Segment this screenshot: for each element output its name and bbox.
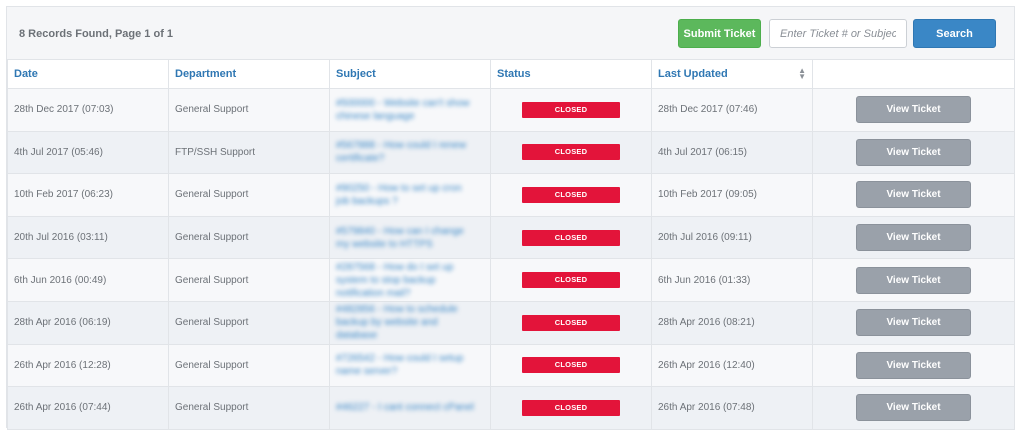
table-row: 28th Apr 2016 (06:19) General Support #4… <box>7 300 1015 345</box>
toolbar: 8 Records Found, Page 1 of 1 Submit Tick… <box>7 7 1014 59</box>
ticket-department: General Support <box>168 88 330 132</box>
view-ticket-button[interactable]: View Ticket <box>856 96 971 124</box>
ticket-date: 26th Apr 2016 (12:28) <box>7 343 169 388</box>
ticket-status-cell: CLOSED <box>490 258 652 302</box>
ticket-subject-link[interactable]: #500000 - Website can't show chinese lan… <box>336 97 484 123</box>
header-status[interactable]: Status <box>490 59 652 89</box>
view-ticket-button[interactable]: View Ticket <box>856 224 971 252</box>
header-last-updated-cell[interactable]: Last Updated ▲ ▼ <box>651 59 813 89</box>
ticket-action-cell: View Ticket <box>812 386 1015 430</box>
ticket-status-cell: CLOSED <box>490 343 652 388</box>
ticket-action-cell: View Ticket <box>812 300 1015 345</box>
status-badge: CLOSED <box>522 314 620 331</box>
view-ticket-button[interactable]: View Ticket <box>856 351 971 379</box>
status-badge: CLOSED <box>522 357 620 374</box>
ticket-status-cell: CLOSED <box>490 173 652 217</box>
ticket-subject-cell: #726542 - How could I setup name server? <box>329 343 491 388</box>
ticket-last-updated: 10th Feb 2017 (09:05) <box>651 173 813 217</box>
ticket-status-cell: CLOSED <box>490 215 652 260</box>
status-badge: CLOSED <box>522 186 620 203</box>
ticket-department: General Support <box>168 386 330 430</box>
ticket-status-cell: CLOSED <box>490 130 652 175</box>
ticket-subject-cell: #500000 - Website can't show chinese lan… <box>329 88 491 132</box>
tickets-table: Date Department Subject Status Last Upda… <box>7 59 1015 430</box>
ticket-date: 20th Jul 2016 (03:11) <box>7 215 169 260</box>
status-badge: CLOSED <box>522 272 620 289</box>
ticket-last-updated: 28th Dec 2017 (07:46) <box>651 88 813 132</box>
search-input[interactable] <box>769 19 907 48</box>
table-row: 4th Jul 2017 (05:46) FTP/SSH Support #56… <box>7 130 1015 175</box>
ticket-subject-link[interactable]: #726542 - How could I setup name server? <box>336 352 484 378</box>
ticket-department: General Support <box>168 300 330 345</box>
ticket-action-cell: View Ticket <box>812 130 1015 175</box>
ticket-subject-link[interactable]: #482856 - How to schedule backup by webs… <box>336 303 484 342</box>
status-badge: CLOSED <box>522 144 620 161</box>
table-row: 28th Dec 2017 (07:03) General Support #5… <box>7 88 1015 132</box>
ticket-subject-link[interactable]: #46227 - I cant connect cPanel <box>336 401 484 414</box>
table-row: 6th Jun 2016 (00:49) General Support #28… <box>7 258 1015 302</box>
ticket-subject-link[interactable]: #90250 - How to set up cron job backups … <box>336 182 484 208</box>
ticket-last-updated: 20th Jul 2016 (09:11) <box>651 215 813 260</box>
view-ticket-button[interactable]: View Ticket <box>856 309 971 337</box>
ticket-last-updated: 28th Apr 2016 (08:21) <box>651 300 813 345</box>
table-row: 10th Feb 2017 (06:23) General Support #9… <box>7 173 1015 217</box>
ticket-status-cell: CLOSED <box>490 300 652 345</box>
ticket-department: FTP/SSH Support <box>168 130 330 175</box>
ticket-department: General Support <box>168 343 330 388</box>
ticket-subject-cell: #567888 - How could I renew certificate? <box>329 130 491 175</box>
table-row: 20th Jul 2016 (03:11) General Support #5… <box>7 215 1015 260</box>
header-actions <box>812 59 1015 89</box>
ticket-last-updated: 4th Jul 2017 (06:15) <box>651 130 813 175</box>
view-ticket-button[interactable]: View Ticket <box>856 138 971 166</box>
header-date[interactable]: Date <box>7 59 169 89</box>
ticket-subject-cell: #287568 - How do I set up system to stop… <box>329 258 491 302</box>
table-row: 26th Apr 2016 (07:44) General Support #4… <box>7 386 1015 430</box>
status-badge: CLOSED <box>522 101 620 118</box>
ticket-department: General Support <box>168 173 330 217</box>
status-badge: CLOSED <box>522 229 620 246</box>
ticket-action-cell: View Ticket <box>812 173 1015 217</box>
ticket-action-cell: View Ticket <box>812 88 1015 132</box>
ticket-subject-cell: #579840 - How can I change my website to… <box>329 215 491 260</box>
records-count: 8 Records Found, Page 1 of 1 <box>19 28 174 40</box>
table-header-row: Date Department Subject Status Last Upda… <box>7 59 1015 89</box>
ticket-status-cell: CLOSED <box>490 386 652 430</box>
view-ticket-button[interactable]: View Ticket <box>856 266 971 294</box>
ticket-last-updated: 26th Apr 2016 (07:48) <box>651 386 813 430</box>
ticket-department: General Support <box>168 258 330 302</box>
submit-ticket-button[interactable]: Submit Ticket <box>678 19 761 48</box>
sort-icon[interactable]: ▲ ▼ <box>798 67 806 81</box>
table-row: 26th Apr 2016 (12:28) General Support #7… <box>7 343 1015 388</box>
ticket-action-cell: View Ticket <box>812 343 1015 388</box>
ticket-subject-cell: #482856 - How to schedule backup by webs… <box>329 300 491 345</box>
ticket-status-cell: CLOSED <box>490 88 652 132</box>
ticket-subject-cell: #46227 - I cant connect cPanel <box>329 386 491 430</box>
ticket-date: 28th Dec 2017 (07:03) <box>7 88 169 132</box>
ticket-date: 26th Apr 2016 (07:44) <box>7 386 169 430</box>
ticket-last-updated: 6th Jun 2016 (01:33) <box>651 258 813 302</box>
search-button[interactable]: Search <box>913 19 996 48</box>
ticket-date: 4th Jul 2017 (05:46) <box>7 130 169 175</box>
header-subject[interactable]: Subject <box>329 59 491 89</box>
view-ticket-button[interactable]: View Ticket <box>856 181 971 209</box>
ticket-date: 28th Apr 2016 (06:19) <box>7 300 169 345</box>
ticket-subject-link[interactable]: #579840 - How can I change my website to… <box>336 225 484 251</box>
tickets-panel: 8 Records Found, Page 1 of 1 Submit Tick… <box>6 6 1015 430</box>
ticket-subject-link[interactable]: #567888 - How could I renew certificate? <box>336 139 484 165</box>
header-department[interactable]: Department <box>168 59 330 89</box>
view-ticket-button[interactable]: View Ticket <box>856 394 971 422</box>
ticket-date: 10th Feb 2017 (06:23) <box>7 173 169 217</box>
status-badge: CLOSED <box>522 399 620 416</box>
ticket-department: General Support <box>168 215 330 260</box>
ticket-subject-link[interactable]: #287568 - How do I set up system to stop… <box>336 261 484 300</box>
header-last-updated[interactable]: Last Updated <box>658 68 728 80</box>
ticket-subject-cell: #90250 - How to set up cron job backups … <box>329 173 491 217</box>
ticket-last-updated: 26th Apr 2016 (12:40) <box>651 343 813 388</box>
ticket-action-cell: View Ticket <box>812 215 1015 260</box>
ticket-action-cell: View Ticket <box>812 258 1015 302</box>
ticket-date: 6th Jun 2016 (00:49) <box>7 258 169 302</box>
